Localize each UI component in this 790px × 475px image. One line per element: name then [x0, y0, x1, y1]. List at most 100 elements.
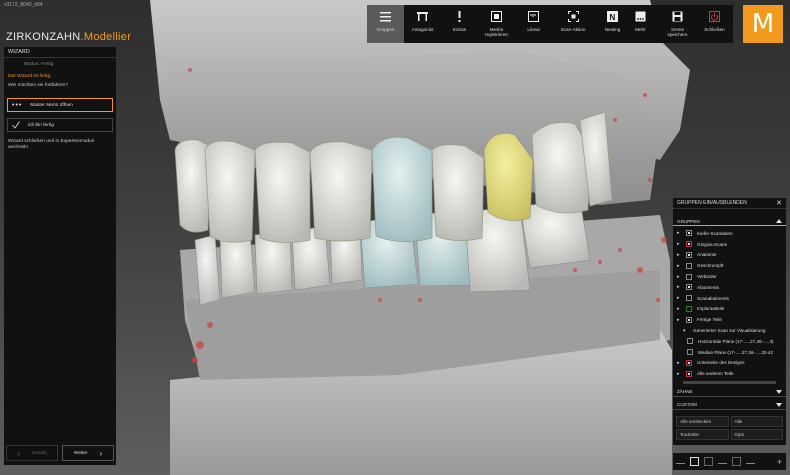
group-row[interactable]: ▸ Abutments: [673, 282, 786, 293]
custom-section-header[interactable]: CUSTOM: [673, 400, 786, 411]
toolbar-scan-button[interactable]: Scan-Aktion: [552, 5, 594, 43]
view-box-icon[interactable]: [690, 457, 699, 466]
chevron-right-icon[interactable]: ▸: [677, 306, 683, 312]
toolbar-mehr-button[interactable]: Mehr: [622, 5, 659, 43]
group-row[interactable]: ▸ Anatomie: [673, 250, 786, 261]
brand-suffix: .Modellier: [80, 31, 132, 43]
group-row[interactable]: ▸ Scanabutments: [673, 293, 786, 304]
chevron-left-icon: ‹: [17, 448, 20, 458]
groups-section-header[interactable]: GRUPPEN: [673, 217, 786, 226]
toolbar-lineal-button[interactable]: Lineal: [515, 5, 552, 43]
tousmile-button[interactable]: TouSmile: [676, 429, 729, 440]
chevron-right-icon[interactable]: ▸: [677, 371, 683, 377]
3d-viewport[interactable]: [0, 0, 790, 475]
chevron-right-icon[interactable]: ▸: [677, 263, 683, 269]
forward-button[interactable]: Weiter ›: [62, 445, 114, 461]
toolbar-gruppen-button[interactable]: Gruppen: [367, 5, 404, 43]
all-button[interactable]: Alle: [730, 416, 783, 427]
visibility-checkbox[interactable]: [687, 349, 693, 356]
visibility-checkbox[interactable]: [686, 230, 692, 237]
expand-icon: [776, 389, 782, 394]
visibility-checkbox[interactable]: [686, 295, 692, 302]
wizard-mode: Modus: Fertig: [24, 62, 54, 67]
view-frame-icon[interactable]: [704, 457, 713, 466]
more-dots-icon: •••: [12, 101, 23, 109]
gips-button[interactable]: Gips: [730, 429, 783, 440]
groups-scrollbar[interactable]: [683, 381, 776, 385]
dental-model-render[interactable]: [0, 0, 790, 475]
visibility-checkbox[interactable]: [686, 359, 692, 366]
group-row[interactable]: ▾ Generierter Scan zur Visualisierung: [673, 325, 786, 336]
master-menu-button[interactable]: ••• Master Menü öffnen: [7, 98, 113, 112]
group-label: Abutments: [697, 284, 719, 290]
custom-section-label: CUSTOM: [677, 402, 697, 408]
back-button[interactable]: ‹ Zurück: [6, 445, 58, 461]
chevron-right-icon[interactable]: ▸: [677, 295, 683, 301]
group-row[interactable]: Horizontale Plane (17-.....27,36-.....3): [673, 336, 786, 347]
collapse-icon: [776, 219, 782, 223]
group-label: Fertige Teile: [697, 317, 722, 323]
menu-lines-icon: [380, 10, 392, 23]
chevron-right-icon[interactable]: ▸: [677, 274, 683, 280]
app-logo: M: [743, 5, 783, 43]
toolbar-save-button[interactable]: Szene speichern: [659, 5, 696, 43]
visibility-checkbox[interactable]: [686, 284, 692, 291]
groups-list: ▸ Kiefer-Scandaten ▸ Gingiva-Scans ▸ Anatomie…: [673, 226, 786, 379]
visibility-checkbox[interactable]: [686, 305, 692, 312]
visibility-checkbox[interactable]: [686, 241, 692, 248]
visibility-checkbox[interactable]: [686, 262, 692, 269]
group-row[interactable]: ▸ Fertige Teile: [673, 314, 786, 325]
visibility-checkbox[interactable]: [687, 338, 693, 345]
chevron-right-icon[interactable]: ▸: [677, 284, 683, 290]
chevron-right-icon[interactable]: ▸: [677, 252, 683, 258]
group-row[interactable]: Median Plane (17-.....27,36-.....32-42: [673, 347, 786, 358]
groups-panel-header: GRUPPEN EIN/AUSBLENDEN ✕: [673, 198, 786, 209]
group-label: Anatomie: [697, 252, 717, 258]
group-row[interactable]: ▸ Kiefer-Scandaten: [673, 228, 786, 239]
secondary-toolbar: Mehr Szene speichern Schließen: [622, 5, 733, 43]
view-line-icon[interactable]: [676, 459, 685, 464]
group-row[interactable]: ▸ Implantatteile: [673, 304, 786, 315]
group-row[interactable]: ▸ Unterseite des Designs: [673, 358, 786, 369]
groups-panel-title: GRUPPEN EIN/AUSBLENDEN: [677, 200, 747, 206]
toolbar-antagonist-button[interactable]: Antagonist: [404, 5, 441, 43]
chevron-down-icon[interactable]: ▾: [683, 328, 689, 334]
toolbar-lineal-label: Lineal: [527, 27, 540, 32]
view-line-icon[interactable]: [746, 459, 755, 464]
view-square-icon[interactable]: [732, 457, 741, 466]
chevron-right-icon[interactable]: ▸: [677, 317, 683, 323]
chevron-right-icon[interactable]: ▸: [677, 241, 683, 247]
toolbar-extras-button[interactable]: Extras: [441, 5, 478, 43]
chevron-right-icon[interactable]: ▸: [677, 230, 683, 236]
group-label: Horizontale Plane (17-.....27,36-.....3): [698, 338, 774, 344]
view-line-icon[interactable]: [718, 459, 727, 464]
toolbar-close-button[interactable]: Schließen: [696, 5, 733, 43]
visibility-checkbox[interactable]: [686, 251, 692, 258]
back-label: Zurück: [32, 450, 47, 456]
group-row[interactable]: ▸ Verbinder: [673, 271, 786, 282]
done-checkbox[interactable]: ich bin fertig: [7, 118, 113, 132]
toolbar-meshs-button[interactable]: Meshs registrieren: [478, 5, 515, 43]
wizard-description: Wizard schließen und in Expertenmodus we…: [8, 139, 95, 150]
group-label: Unterseite des Designs: [697, 360, 745, 366]
group-label: Implantatteile: [697, 306, 725, 312]
checkmark-icon: [12, 121, 20, 129]
plus-icon[interactable]: +: [777, 457, 782, 467]
done-checkbox-label: ich bin fertig: [28, 122, 54, 128]
group-row[interactable]: ▸ Geschrumpft: [673, 260, 786, 271]
chevron-right-icon: ›: [99, 448, 103, 458]
group-row[interactable]: ▸ Gingiva-Scans: [673, 239, 786, 250]
group-label: Median Plane (17-.....27,36-.....32-42: [698, 349, 774, 355]
group-label: Kiefer-Scandaten: [697, 230, 733, 236]
file-name-label: v3172_8043_d94: [4, 2, 43, 8]
chevron-right-icon[interactable]: ▸: [677, 360, 683, 366]
hide-all-button[interactable]: Alle verstecken: [676, 416, 729, 427]
visibility-checkbox[interactable]: [686, 316, 692, 323]
close-icon[interactable]: ✕: [776, 199, 782, 207]
visibility-checkbox[interactable]: [686, 370, 692, 377]
more-dots-icon: [635, 10, 647, 23]
visibility-checkbox[interactable]: [686, 273, 692, 280]
teeth-section-header[interactable]: ZÄHNE: [673, 387, 786, 398]
toolbar-extras-label: Extras: [452, 27, 467, 32]
group-row[interactable]: ▸ Alle anderen Teile: [673, 368, 786, 379]
